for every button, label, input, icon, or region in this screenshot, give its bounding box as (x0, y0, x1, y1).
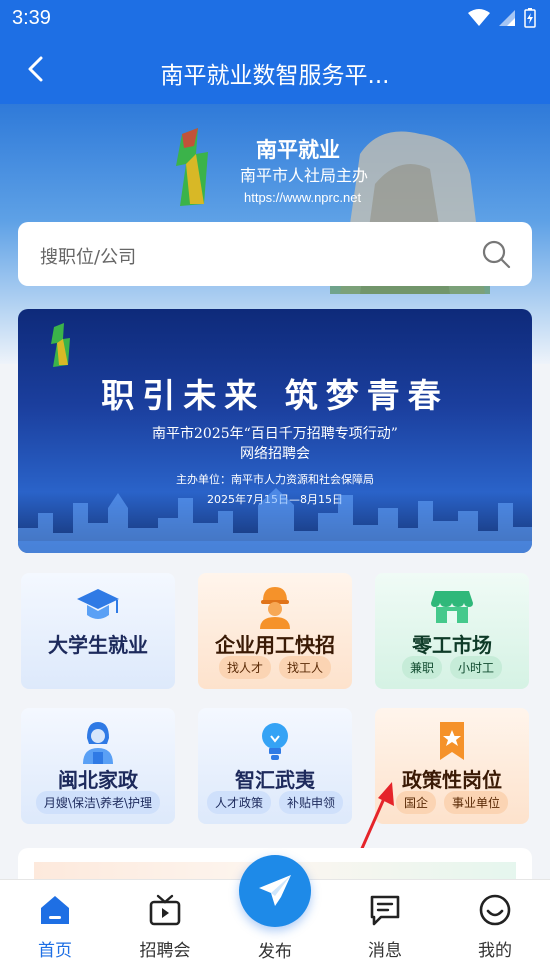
nav-home[interactable]: 首页 (10, 892, 100, 961)
housekeeper-icon (83, 722, 113, 764)
home-icon (41, 896, 69, 924)
wifi-icon (468, 9, 490, 26)
publish-label: 发布 (258, 942, 292, 962)
lightbulb-icon (262, 723, 288, 760)
nav-mine[interactable]: 我的 (450, 892, 540, 961)
nanping-logo-icon (176, 128, 208, 206)
tag-state-enterprise[interactable]: 国企 (395, 791, 436, 814)
back-arrow-icon[interactable] (20, 52, 54, 86)
card-tags: 找人才 找工人 (198, 656, 352, 679)
banner-line1: 南平市2025年“百日千万招聘专项行动” (152, 426, 398, 442)
tag-public-institution[interactable]: 事业单位 (444, 791, 509, 814)
status-time: 3:39 (12, 7, 51, 29)
card-name: 大学生就业 (48, 633, 148, 657)
banner-logo-icon (51, 323, 70, 367)
battery-icon (524, 8, 536, 28)
nav-label: 我的 (478, 941, 512, 961)
card-name: 闽北家政 (58, 768, 138, 792)
tag-find-workers[interactable]: 找工人 (279, 656, 332, 679)
hero-url: https://www.nprc.net (244, 190, 362, 205)
card-enterprise-hiring[interactable]: 企业用工快招 找人才 找工人 (198, 573, 352, 689)
card-gig-market[interactable]: 零工市场 兼职 小时工 (375, 573, 529, 689)
hero-subtitle: 南平市人社局主办 (240, 166, 369, 185)
tv-icon (149, 894, 181, 926)
bookmark-star-icon (440, 722, 464, 760)
paper-plane-icon (259, 875, 291, 906)
status-bar: 3:39 (0, 0, 550, 38)
worker-icon (260, 587, 290, 629)
message-icon (370, 895, 400, 926)
card-college-employment[interactable]: 大学生就业 (21, 573, 175, 689)
card-tags: 月嫂\保洁\养老\护理 (21, 791, 175, 814)
card-housekeeping[interactable]: 闽北家政 月嫂\保洁\养老\护理 (21, 708, 175, 824)
search-bar[interactable]: 搜职位/公司 (18, 222, 532, 286)
card-name: 零工市场 (412, 633, 492, 657)
page-title: 南平就业数智服务平... (160, 63, 390, 89)
nav-label: 首页 (38, 941, 72, 961)
tag-part-time[interactable]: 兼职 (401, 656, 442, 679)
promo-banner[interactable]: 职引未来 筑梦青春 南平市2025年“百日千万招聘专项行动” 网络招聘会 主办单… (18, 309, 532, 553)
publish-button[interactable] (239, 855, 311, 927)
nav-label: 招聘会 (139, 941, 191, 961)
status-icons (468, 8, 536, 28)
nav-message[interactable]: 消息 (340, 892, 430, 961)
app-header: 南平就业数智服务平... (0, 38, 550, 104)
tag-housekeeping-services[interactable]: 月嫂\保洁\养老\护理 (35, 791, 161, 814)
tag-find-talent[interactable]: 找人才 (218, 656, 271, 679)
card-name: 智汇武夷 (235, 768, 315, 792)
shop-icon (431, 591, 473, 623)
graduation-cap-icon (77, 589, 119, 619)
city-skyline-image (18, 488, 532, 553)
card-tags: 人才政策 补贴申领 (198, 791, 352, 814)
signal-icon (499, 10, 515, 26)
tag-hourly-work[interactable]: 小时工 (450, 656, 503, 679)
smile-icon (479, 894, 511, 926)
card-tags: 兼职 小时工 (375, 656, 529, 679)
hero-brand: 南平就业 (256, 138, 340, 162)
card-name: 企业用工快招 (215, 633, 335, 657)
banner-line2: 网络招聘会 (240, 446, 310, 462)
nav-label: 消息 (368, 941, 402, 961)
nav-job-fair[interactable]: 招聘会 (120, 892, 210, 961)
tag-subsidy-application[interactable]: 补贴申领 (279, 791, 344, 814)
banner-headline: 职引未来 筑梦青春 (101, 376, 449, 415)
card-talent-wuyi[interactable]: 智汇武夷 人才政策 补贴申领 (198, 708, 352, 824)
search-icon[interactable] (480, 238, 512, 270)
tag-talent-policy[interactable]: 人才政策 (206, 791, 271, 814)
search-placeholder: 搜职位/公司 (40, 247, 137, 268)
